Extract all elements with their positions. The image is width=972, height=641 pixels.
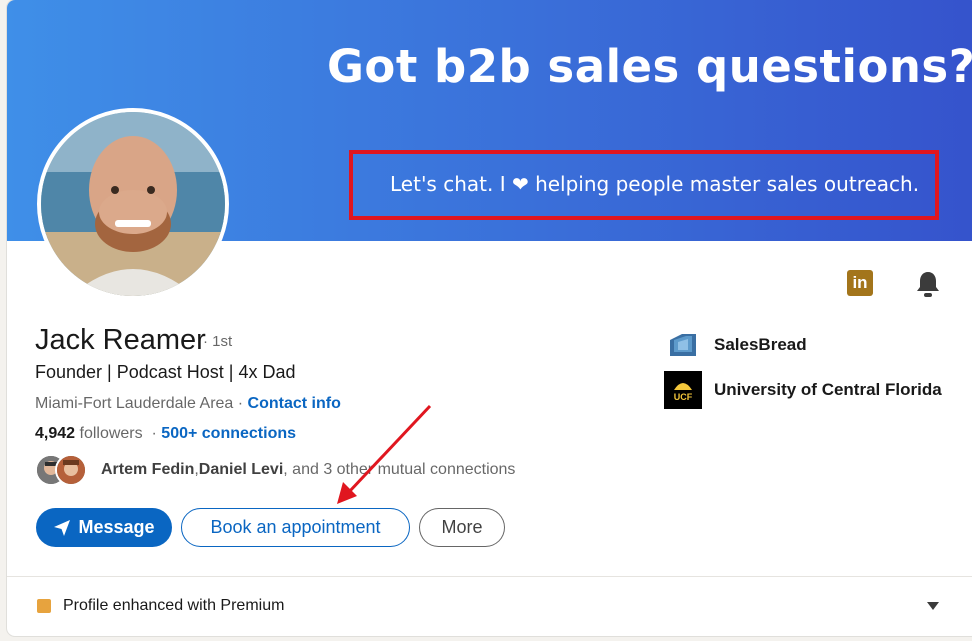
- section-divider: [7, 576, 972, 577]
- premium-row[interactable]: Profile enhanced with Premium: [37, 597, 284, 615]
- mutual-avatars: [35, 453, 97, 487]
- premium-icon: [37, 599, 51, 613]
- book-appointment-button[interactable]: Book an appointment: [181, 508, 410, 547]
- followers-label: followers: [75, 425, 143, 442]
- education-school[interactable]: UCF University of Central Florida: [664, 371, 942, 409]
- annotation-arrow: [337, 404, 432, 504]
- connection-degree: · 1st: [203, 333, 233, 350]
- mutual-name-1[interactable]: Artem Fedin: [101, 461, 194, 479]
- location-separator: ·: [233, 395, 248, 412]
- current-company[interactable]: SalesBread: [664, 326, 807, 364]
- banner-subtext: Let's chat. I ❤ helping people master sa…: [390, 172, 920, 196]
- avatar-photo: [41, 112, 225, 296]
- chevron-down-icon[interactable]: [927, 602, 939, 610]
- followers-count: 4,942: [35, 425, 76, 442]
- send-icon: [54, 519, 71, 536]
- ucf-logo-icon: UCF: [664, 371, 702, 409]
- location-row: Miami-Fort Lauderdale Area · Contact inf…: [35, 395, 341, 413]
- book-button-label: Book an appointment: [210, 517, 381, 537]
- mutual-name-2[interactable]: Daniel Levi: [199, 461, 283, 479]
- profile-headline: Founder | Podcast Host | 4x Dad: [35, 362, 296, 382]
- company-name: SalesBread: [714, 335, 807, 354]
- salesbread-logo-icon: [664, 326, 702, 364]
- ucf-logo-text: UCF: [673, 392, 693, 402]
- message-button[interactable]: Message: [36, 508, 172, 547]
- premium-label: Profile enhanced with Premium: [63, 597, 285, 614]
- connections-link[interactable]: 500+ connections: [161, 425, 296, 442]
- location-text: Miami-Fort Lauderdale Area: [35, 395, 234, 412]
- mutual-avatar-2: [55, 454, 87, 486]
- stats-separator: ·: [142, 425, 162, 442]
- bell-icon[interactable]: [915, 270, 941, 298]
- banner-headline: Got b2b sales questions?: [327, 40, 972, 93]
- more-button[interactable]: More: [419, 508, 505, 547]
- profile-card: Got b2b sales questions? Let's chat. I ❤…: [7, 0, 972, 636]
- profile-avatar[interactable]: [37, 108, 229, 300]
- linkedin-icon[interactable]: in: [847, 270, 873, 296]
- message-button-label: Message: [78, 517, 155, 537]
- more-button-label: More: [441, 517, 483, 537]
- stats-row: 4,942 followers · 500+ connections: [35, 425, 296, 443]
- school-name: University of Central Florida: [714, 380, 942, 399]
- profile-name: Jack Reamer: [35, 324, 206, 356]
